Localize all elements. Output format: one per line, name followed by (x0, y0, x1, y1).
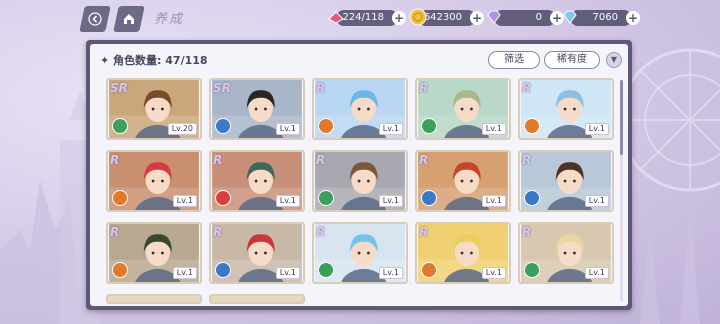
character-panel: ✦ 角色数量: 47/118 筛选 稀有度 ▼ SR Lv.20 SR Lv.1 R Lv… (86, 40, 632, 310)
rarity-badge: R (316, 225, 326, 239)
element-icon (318, 262, 334, 278)
element-icon (524, 190, 540, 206)
element-icon (112, 190, 128, 206)
sparkle-icon: ✦ (100, 54, 114, 67)
level-label: Lv.1 (481, 267, 506, 279)
scroll-thumb[interactable] (620, 80, 623, 156)
home-button[interactable] (113, 6, 145, 32)
level-label: Lv.1 (584, 123, 609, 135)
character-grid: SR Lv.20 SR Lv.1 R Lv.1 R Lv.1 R Lv.1 R Lv.1 R Lv.1 R L… (106, 78, 614, 306)
character-card[interactable]: R Lv.1 (415, 78, 511, 140)
add-blue-gem-button[interactable]: + (626, 11, 640, 25)
purple-gem-value: 0 (535, 12, 542, 23)
character-card[interactable]: R Lv.1 (518, 78, 614, 140)
blue-gem-value: 7060 (592, 12, 618, 23)
element-icon (524, 118, 540, 134)
level-label: Lv.1 (378, 267, 403, 279)
rarity-badge: R (213, 153, 223, 167)
element-icon (112, 118, 128, 134)
character-card[interactable]: SR Lv.1 (209, 78, 305, 140)
rarity-badge: R (316, 81, 326, 95)
blue-diamond-icon (563, 10, 577, 24)
rarity-badge: SR (213, 81, 231, 95)
rarity-badge: R (419, 225, 429, 239)
character-card[interactable]: R Lv.1 (518, 222, 614, 284)
rarity-badge: R (110, 225, 120, 239)
level-label: Lv.1 (275, 267, 300, 279)
add-gold-button[interactable]: + (470, 11, 484, 25)
character-panel-inner: ✦ 角色数量: 47/118 筛选 稀有度 ▼ SR Lv.20 SR Lv.1 R Lv… (90, 44, 628, 306)
element-icon (421, 190, 437, 206)
rarity-badge: R (110, 153, 120, 167)
level-label: Lv.1 (275, 195, 300, 207)
character-card[interactable]: R Lv.1 (106, 150, 202, 212)
sort-rarity-button[interactable]: 稀有度 (544, 51, 600, 69)
character-card[interactable]: R Lv.1 (209, 222, 305, 284)
level-label: Lv.1 (584, 267, 609, 279)
rarity-badge: SR (110, 81, 128, 95)
gold-value: 642300 (423, 12, 462, 23)
character-card[interactable]: SR Lv.20 (106, 78, 202, 140)
level-label: Lv.1 (172, 195, 197, 207)
character-card[interactable]: R Lv.1 (106, 222, 202, 284)
scrollbar[interactable] (620, 80, 623, 302)
blue-gem-counter: 7060 + (563, 10, 640, 26)
page-title: 养成 (154, 12, 185, 27)
element-icon (318, 190, 334, 206)
purple-gem-icon (487, 10, 501, 24)
chevron-left-icon (88, 12, 102, 26)
stamina-icon (328, 11, 344, 24)
character-card[interactable]: R Lv.1 (312, 150, 408, 212)
rarity-badge: R (419, 153, 429, 167)
stamina-value: 224/118 (342, 12, 384, 23)
rarity-badge: R (522, 225, 532, 239)
character-card[interactable]: R Lv.1 (312, 78, 408, 140)
character-card[interactable]: R Lv.1 (518, 150, 614, 212)
element-icon (421, 262, 437, 278)
element-icon (215, 190, 231, 206)
rarity-badge: R (213, 225, 223, 239)
element-icon (215, 262, 231, 278)
stamina-counter: 224/118 + (328, 10, 406, 26)
element-icon (421, 118, 437, 134)
character-card-partial[interactable] (106, 294, 202, 304)
element-icon (215, 118, 231, 134)
level-label: Lv.1 (584, 195, 609, 207)
level-label: Lv.1 (481, 195, 506, 207)
filter-button[interactable]: 筛选 (488, 51, 540, 69)
character-card[interactable]: R Lv.1 (209, 150, 305, 212)
character-count: ✦ 角色数量: 47/118 (100, 52, 208, 68)
add-stamina-button[interactable]: + (392, 11, 406, 25)
level-label: Lv.1 (481, 123, 506, 135)
level-label: Lv.20 (167, 123, 197, 135)
gold-counter: 642300 + (409, 8, 484, 26)
level-label: Lv.1 (275, 123, 300, 135)
back-button[interactable] (79, 6, 111, 32)
home-icon (124, 14, 134, 24)
character-card-partial[interactable] (209, 294, 305, 304)
purple-gem-counter: 0 + (487, 10, 564, 26)
level-label: Lv.1 (378, 195, 403, 207)
character-card[interactable]: R Lv.1 (312, 222, 408, 284)
character-count-text: 角色数量: 47/118 (113, 54, 208, 67)
rarity-badge: R (522, 81, 532, 95)
level-label: Lv.1 (378, 123, 403, 135)
sort-toggle-icon[interactable]: ▼ (606, 52, 622, 68)
level-label: Lv.1 (172, 267, 197, 279)
rarity-badge: R (522, 153, 532, 167)
rarity-badge: R (316, 153, 326, 167)
gold-coin-icon (409, 8, 427, 26)
rarity-badge: R (419, 81, 429, 95)
character-card[interactable]: R Lv.1 (415, 150, 511, 212)
element-icon (112, 262, 128, 278)
top-bar: 养成 224/118 + 642300 + 0 + 7060 + (0, 0, 720, 36)
element-icon (524, 262, 540, 278)
element-icon (318, 118, 334, 134)
character-card[interactable]: R Lv.1 (415, 222, 511, 284)
